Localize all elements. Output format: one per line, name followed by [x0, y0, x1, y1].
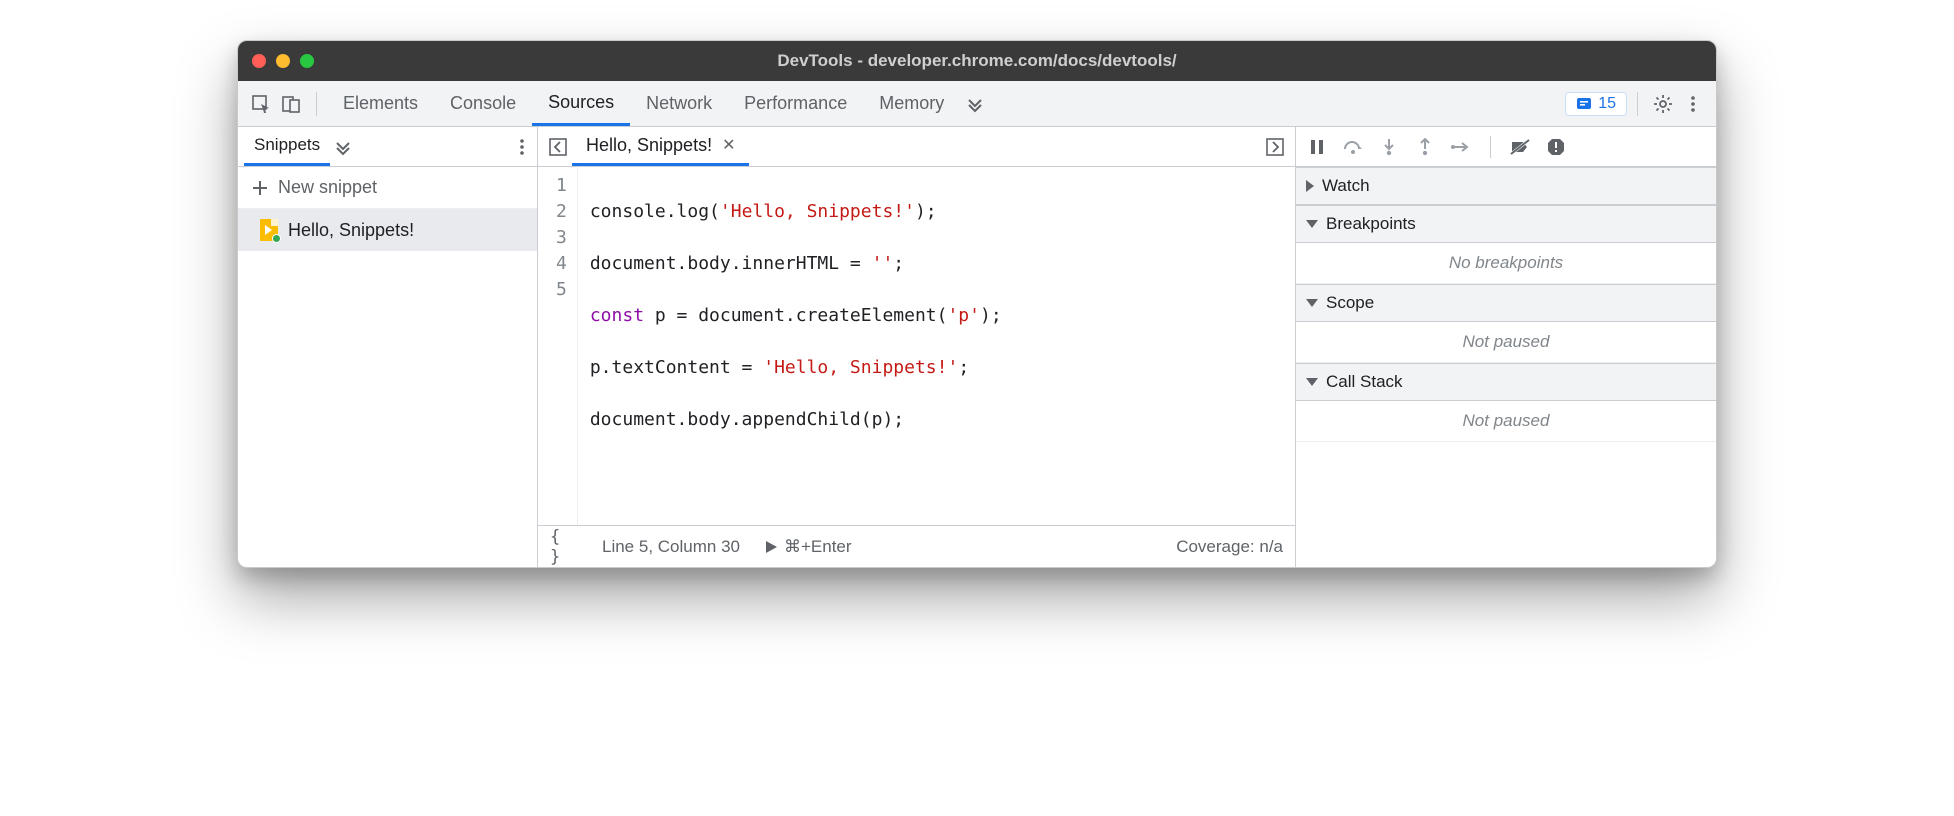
issues-count: 15	[1598, 95, 1616, 113]
sidebar-tab-snippets[interactable]: Snippets	[244, 127, 330, 166]
chevron-right-icon	[1306, 180, 1314, 192]
pause-icon[interactable]	[1306, 136, 1328, 158]
play-icon	[764, 540, 778, 554]
scope-label: Scope	[1326, 293, 1374, 313]
debugger-panel: Watch Breakpoints No breakpoints Scope N…	[1296, 127, 1716, 567]
cursor-position: Line 5, Column 30	[602, 537, 740, 557]
pretty-print-icon[interactable]: { }	[550, 533, 578, 561]
code-content: console.log('Hello, Snippets!'); documen…	[578, 167, 1014, 525]
settings-icon[interactable]	[1648, 89, 1678, 119]
breakpoints-section-header[interactable]: Breakpoints	[1296, 205, 1716, 243]
separator	[1490, 136, 1491, 158]
run-snippet-button[interactable]: ⌘+Enter	[764, 537, 852, 557]
debugger-toolbar	[1296, 127, 1716, 167]
kebab-menu-icon[interactable]	[1678, 89, 1708, 119]
maximize-window-button[interactable]	[300, 54, 314, 68]
close-window-button[interactable]	[252, 54, 266, 68]
step-out-icon[interactable]	[1414, 136, 1436, 158]
sidebar-more-tabs-icon[interactable]	[334, 138, 352, 156]
snippet-file-icon	[260, 219, 278, 241]
show-navigator-icon[interactable]	[544, 133, 572, 161]
watch-label: Watch	[1322, 176, 1370, 196]
sidebar-menu-icon[interactable]	[513, 138, 531, 156]
step-into-icon[interactable]	[1378, 136, 1400, 158]
callstack-section-header[interactable]: Call Stack	[1296, 363, 1716, 401]
minimize-window-button[interactable]	[276, 54, 290, 68]
scope-section-header[interactable]: Scope	[1296, 284, 1716, 322]
run-hint: ⌘+Enter	[784, 537, 852, 557]
editor-panel: Hello, Snippets! ✕ 1 2 3 4 5 console.log…	[538, 127, 1296, 567]
snippet-item-label: Hello, Snippets!	[288, 220, 414, 241]
tab-elements[interactable]: Elements	[327, 81, 434, 126]
chevron-down-icon	[1306, 220, 1318, 228]
editor-tabs: Hello, Snippets! ✕	[538, 127, 1295, 167]
code-editor[interactable]: 1 2 3 4 5 console.log('Hello, Snippets!'…	[538, 167, 1295, 525]
tab-memory[interactable]: Memory	[863, 81, 960, 126]
breakpoints-empty: No breakpoints	[1296, 243, 1716, 284]
callstack-empty: Not paused	[1296, 401, 1716, 442]
inspect-element-icon[interactable]	[246, 89, 276, 119]
main-toolbar: Elements Console Sources Network Perform…	[238, 81, 1716, 127]
chevron-down-icon	[1306, 378, 1318, 386]
devtools-window: DevTools - developer.chrome.com/docs/dev…	[237, 40, 1717, 568]
breakpoints-label: Breakpoints	[1326, 214, 1416, 234]
new-snippet-button[interactable]: New snippet	[238, 167, 537, 209]
close-tab-icon[interactable]: ✕	[722, 135, 735, 155]
tab-console[interactable]: Console	[434, 81, 532, 126]
show-debugger-icon[interactable]	[1261, 133, 1289, 161]
separator	[316, 92, 317, 116]
deactivate-breakpoints-icon[interactable]	[1509, 136, 1531, 158]
window-controls	[252, 54, 314, 68]
new-snippet-label: New snippet	[278, 177, 377, 198]
separator	[1637, 92, 1638, 116]
plus-icon	[252, 180, 268, 196]
pause-on-exceptions-icon[interactable]	[1545, 136, 1567, 158]
editor-status-bar: { } Line 5, Column 30 ⌘+Enter Coverage: …	[538, 525, 1295, 567]
step-over-icon[interactable]	[1342, 136, 1364, 158]
navigator-sidebar: Snippets New snippet Hello, Snippets!	[238, 127, 538, 567]
more-tabs-icon[interactable]	[960, 89, 990, 119]
window-title: DevTools - developer.chrome.com/docs/dev…	[238, 51, 1716, 71]
tab-sources[interactable]: Sources	[532, 81, 630, 126]
step-icon[interactable]	[1450, 136, 1472, 158]
watch-section-header[interactable]: Watch	[1296, 167, 1716, 205]
titlebar: DevTools - developer.chrome.com/docs/dev…	[238, 41, 1716, 81]
editor-tab-active[interactable]: Hello, Snippets! ✕	[572, 127, 749, 166]
content-area: Snippets New snippet Hello, Snippets!	[238, 127, 1716, 567]
line-gutter: 1 2 3 4 5	[538, 167, 578, 525]
tab-performance[interactable]: Performance	[728, 81, 863, 126]
snippet-list-item[interactable]: Hello, Snippets!	[238, 209, 537, 251]
editor-tab-label: Hello, Snippets!	[586, 135, 712, 156]
scope-empty: Not paused	[1296, 322, 1716, 363]
device-toolbar-icon[interactable]	[276, 89, 306, 119]
issues-badge[interactable]: 15	[1565, 92, 1627, 116]
tab-network[interactable]: Network	[630, 81, 728, 126]
navigator-tabs: Snippets	[238, 127, 537, 167]
chevron-down-icon	[1306, 299, 1318, 307]
coverage-status: Coverage: n/a	[1176, 537, 1283, 557]
callstack-label: Call Stack	[1326, 372, 1403, 392]
